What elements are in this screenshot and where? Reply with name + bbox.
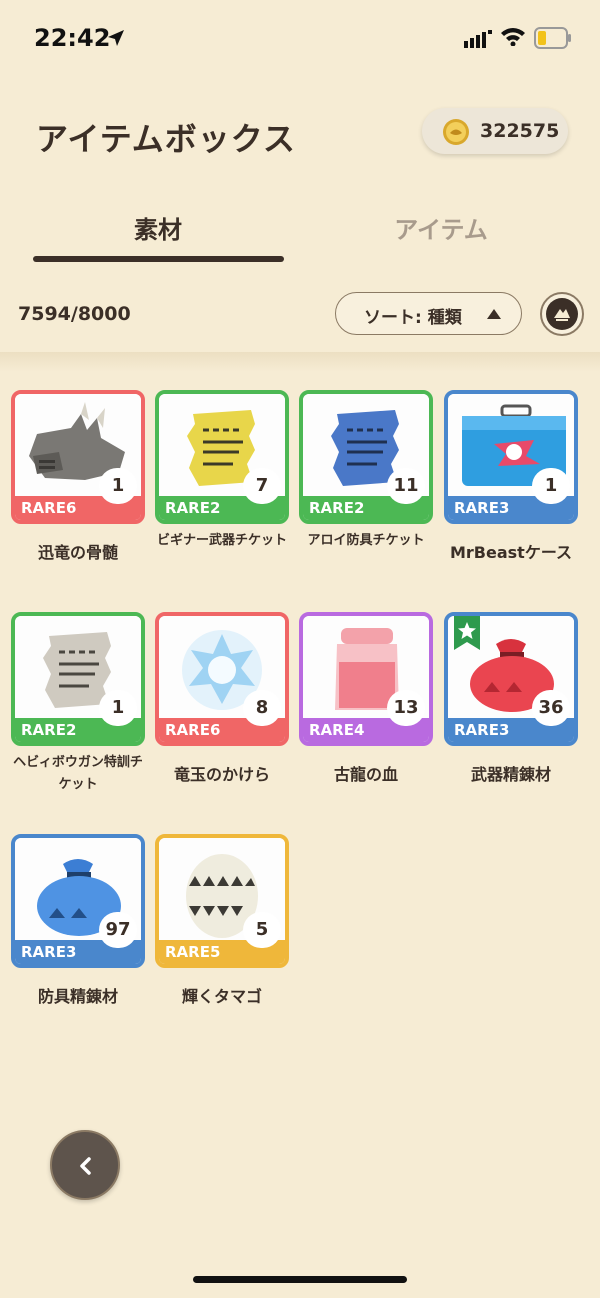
rarity-label: RARE2 [309, 499, 365, 517]
list-divider [0, 352, 600, 372]
item-name: 古龍の血 [333, 765, 398, 784]
chevron-left-icon [80, 1157, 91, 1175]
location-arrow-icon [108, 30, 124, 46]
back-button[interactable] [50, 1130, 120, 1200]
item-card[interactable]: RARE3 1 [444, 390, 578, 524]
item-count-badge: 1 [99, 690, 137, 726]
item-card[interactable]: RARE2 1 [11, 612, 145, 746]
status-time: 22:42 [34, 24, 111, 52]
rarity-label: RARE3 [21, 943, 77, 961]
battery-icon [534, 27, 571, 49]
item-card[interactable]: RARE3 36 [444, 612, 578, 746]
item-card[interactable]: RARE2 7 [155, 390, 289, 524]
wifi-icon [501, 28, 525, 46]
status-bar: 22:42 [0, 0, 600, 80]
sort-ascending-icon [487, 309, 501, 319]
rarity-label: RARE2 [165, 499, 221, 517]
item-card[interactable]: RARE6 1 [11, 390, 145, 524]
capacity-count: 7594/8000 [18, 303, 131, 325]
tab-materials[interactable]: 素材 [33, 210, 283, 245]
coin-value: 322575 [480, 120, 560, 142]
item-name: 武器精錬材 [470, 765, 551, 784]
sort-button[interactable]: ソート: 種類 [335, 292, 522, 335]
rarity-label: RARE3 [454, 721, 510, 739]
item-count-badge: 8 [243, 690, 281, 726]
item-name: MrBeastケース [449, 543, 573, 562]
rarity-label: RARE4 [309, 721, 365, 739]
item-name: 防具精錬材 [37, 987, 118, 1006]
item-count-badge: 5 [243, 912, 281, 948]
filter-icon [546, 298, 578, 330]
item-card[interactable]: RARE3 97 [11, 834, 145, 968]
rarity-label: RARE2 [21, 721, 77, 739]
item-name: 迅竜の骨髄 [37, 543, 118, 562]
item-count-badge: 1 [99, 468, 137, 504]
coin-icon [443, 119, 469, 145]
signal-icon [464, 30, 492, 48]
item-count-badge: 97 [99, 912, 137, 948]
tab-items[interactable]: アイテム [316, 210, 566, 245]
item-count-badge: 36 [532, 690, 570, 726]
page-title: アイテムボックス [36, 120, 296, 158]
active-tab-indicator [33, 256, 284, 262]
rarity-label: RARE3 [454, 499, 510, 517]
item-card[interactable]: RARE2 11 [299, 390, 433, 524]
item-count-badge: 11 [387, 468, 425, 504]
filter-button[interactable] [540, 292, 584, 336]
item-name: 輝くタマゴ [181, 987, 262, 1006]
item-name: ヘビィボウガン特訓チケット [13, 755, 143, 792]
rarity-label: RARE5 [165, 943, 221, 961]
sort-label: ソート: 種類 [364, 308, 462, 328]
item-card[interactable]: RARE4 13 [299, 612, 433, 746]
item-card[interactable]: RARE5 5 [155, 834, 289, 968]
item-count-badge: 13 [387, 690, 425, 726]
rarity-label: RARE6 [165, 721, 221, 739]
rarity-label: RARE6 [21, 499, 77, 517]
favorite-star-icon [454, 616, 480, 650]
item-name: ビギナー武器チケット [156, 533, 287, 548]
coin-balance: 322575 [422, 108, 568, 154]
item-count-badge: 1 [532, 468, 570, 504]
item-name: 竜玉のかけら [173, 765, 270, 784]
home-indicator[interactable] [193, 1276, 407, 1283]
item-card[interactable]: RARE6 8 [155, 612, 289, 746]
item-name: アロイ防具チケット [307, 533, 425, 548]
item-count-badge: 7 [243, 468, 281, 504]
